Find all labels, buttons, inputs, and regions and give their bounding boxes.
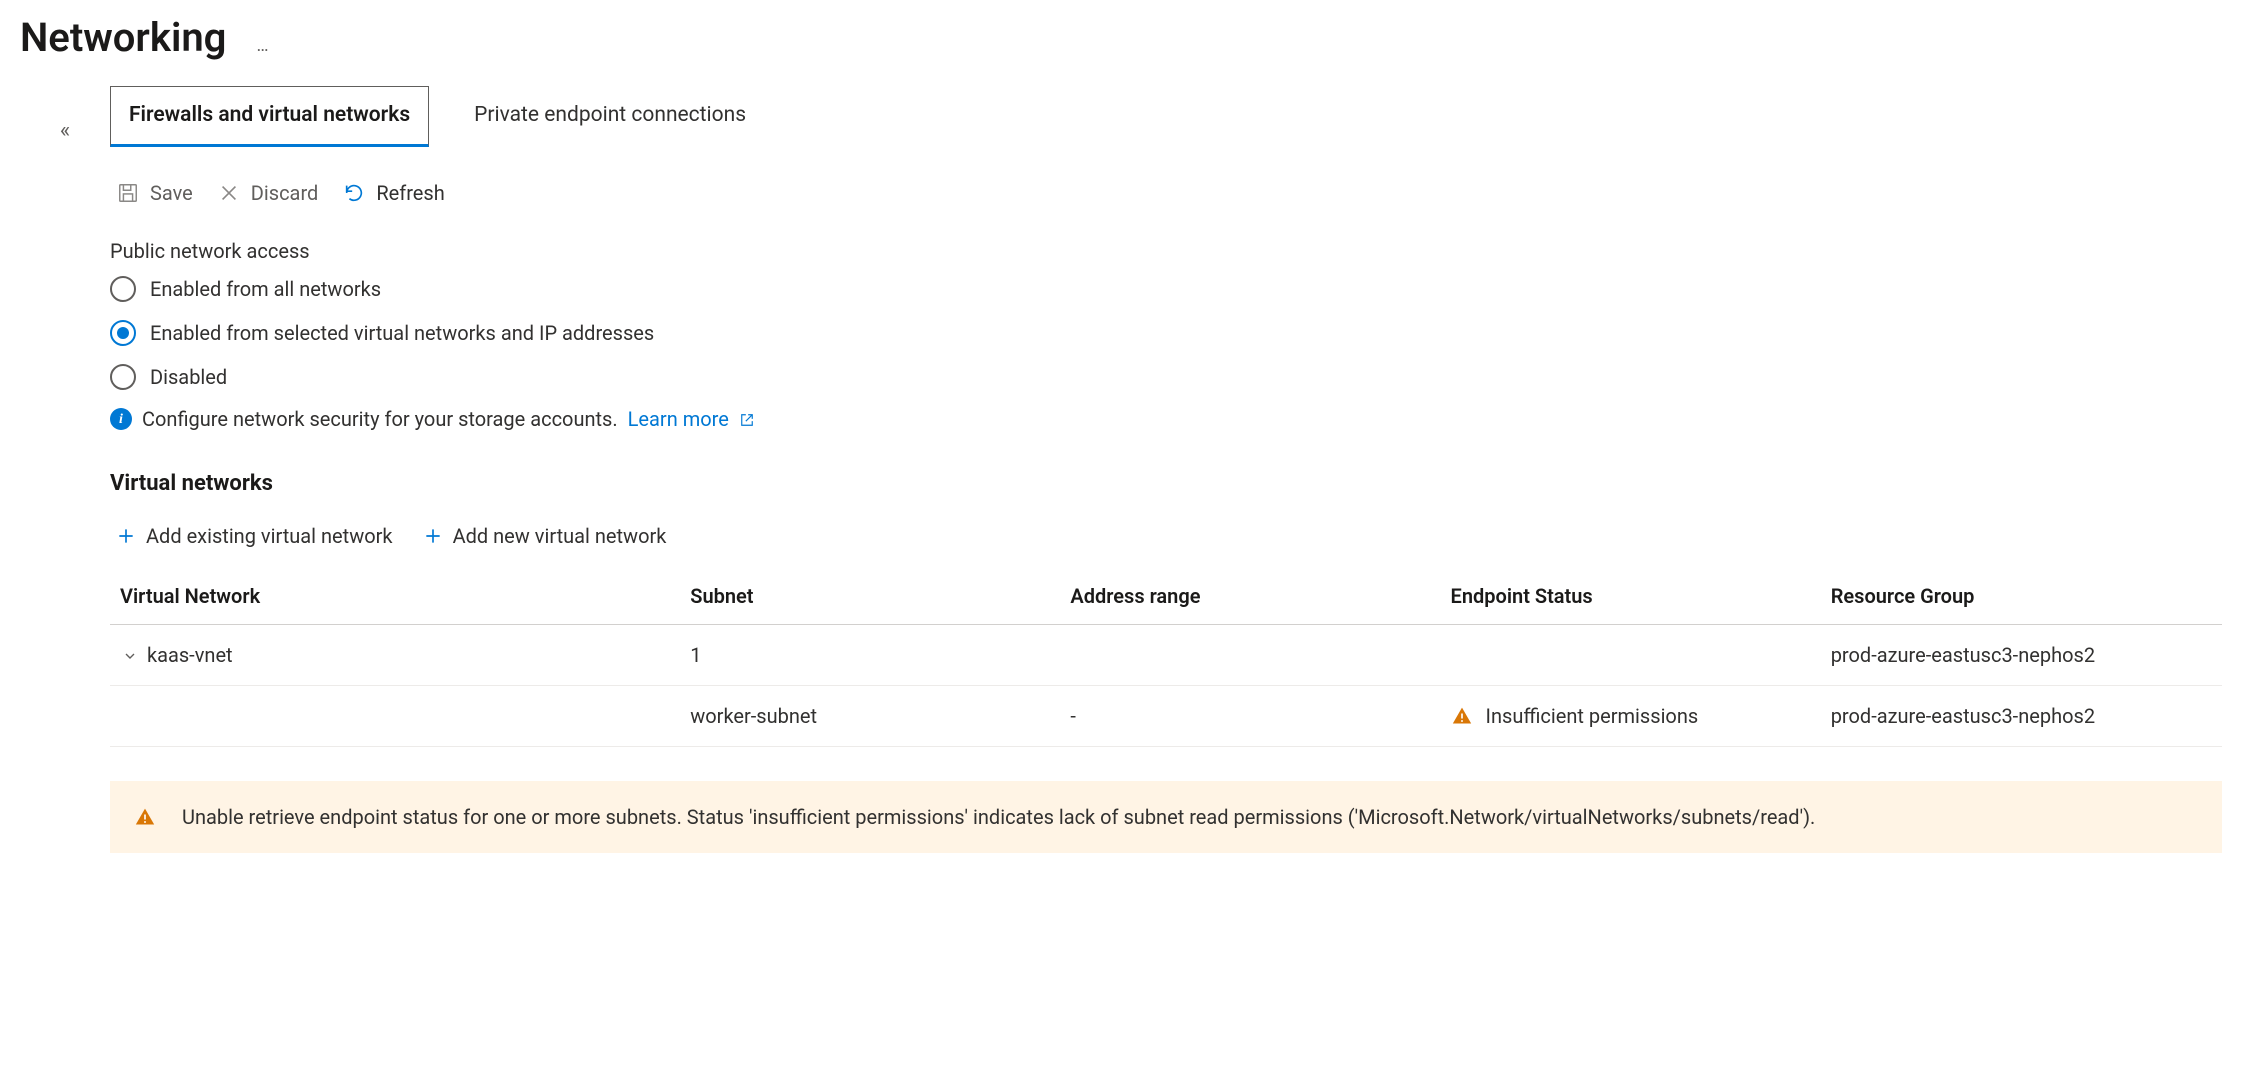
- cell-vnet-name: [110, 686, 680, 747]
- tabs: Firewalls and virtual networks Private e…: [110, 86, 2222, 147]
- external-link-icon: [740, 405, 754, 433]
- vnets-table: Virtual Network Subnet Address range End…: [110, 568, 2222, 747]
- save-icon: [116, 181, 140, 205]
- cell-subnet: 1: [680, 625, 1060, 686]
- cell-endpoint-status: [1441, 625, 1821, 686]
- radio-icon: [110, 320, 136, 346]
- learn-more-link[interactable]: Learn more: [628, 405, 754, 433]
- cell-address-range: [1060, 625, 1440, 686]
- table-row[interactable]: kaas-vnet 1 prod-azure-eastusc3-nephos2: [110, 625, 2222, 686]
- page-title: Networking: [20, 10, 226, 66]
- cell-subnet: worker-subnet: [680, 686, 1060, 747]
- discard-button[interactable]: Discard: [217, 179, 319, 207]
- info-icon: i: [110, 408, 132, 430]
- cell-vnet-name: kaas-vnet: [147, 643, 233, 667]
- add-existing-label: Add existing virtual network: [146, 522, 393, 550]
- virtual-networks-heading: Virtual networks: [110, 469, 2222, 500]
- save-label: Save: [150, 179, 193, 207]
- plus-icon: [116, 526, 136, 546]
- col-header-resource-group[interactable]: Resource Group: [1821, 568, 2222, 625]
- col-header-subnet[interactable]: Subnet: [680, 568, 1060, 625]
- plus-icon: [423, 526, 443, 546]
- collapse-sidebar-button[interactable]: «: [60, 116, 70, 147]
- discard-label: Discard: [251, 179, 319, 207]
- cell-resource-group: prod-azure-eastusc3-nephos2: [1821, 625, 2222, 686]
- info-text: Configure network security for your stor…: [142, 405, 618, 433]
- save-button[interactable]: Save: [116, 179, 193, 207]
- alert-text: Unable retrieve endpoint status for one …: [182, 803, 1815, 831]
- cell-endpoint-status: Insufficient permissions: [1441, 686, 1821, 747]
- refresh-icon: [342, 181, 366, 205]
- learn-more-label: Learn more: [628, 407, 729, 431]
- warning-alert: Unable retrieve endpoint status for one …: [110, 781, 2222, 853]
- table-header-row: Virtual Network Subnet Address range End…: [110, 568, 2222, 625]
- radio-label: Disabled: [150, 363, 227, 391]
- close-icon: [217, 181, 241, 205]
- warning-icon: [134, 806, 156, 828]
- tab-private-endpoints[interactable]: Private endpoint connections: [455, 86, 765, 147]
- public-access-radio-group: Enabled from all networks Enabled from s…: [110, 275, 2222, 391]
- radio-label: Enabled from all networks: [150, 275, 381, 303]
- cell-resource-group: prod-azure-eastusc3-nephos2: [1821, 686, 2222, 747]
- radio-label: Enabled from selected virtual networks a…: [150, 319, 654, 347]
- radio-disabled[interactable]: Disabled: [110, 363, 2222, 391]
- add-new-vnet-button[interactable]: Add new virtual network: [423, 522, 667, 550]
- radio-icon: [110, 276, 136, 302]
- refresh-button[interactable]: Refresh: [342, 179, 444, 207]
- radio-icon: [110, 364, 136, 390]
- endpoint-status-text: Insufficient permissions: [1486, 704, 1699, 728]
- chevron-down-icon[interactable]: [120, 641, 140, 669]
- col-header-address-range[interactable]: Address range: [1060, 568, 1440, 625]
- radio-selected-networks[interactable]: Enabled from selected virtual networks a…: [110, 319, 2222, 347]
- public-access-label: Public network access: [110, 237, 2222, 265]
- add-new-label: Add new virtual network: [453, 522, 667, 550]
- radio-all-networks[interactable]: Enabled from all networks: [110, 275, 2222, 303]
- warning-icon: [1451, 705, 1473, 727]
- cell-address-range: -: [1060, 686, 1440, 747]
- refresh-label: Refresh: [376, 179, 444, 207]
- table-row[interactable]: worker-subnet - Insufficient permissions…: [110, 686, 2222, 747]
- add-existing-vnet-button[interactable]: Add existing virtual network: [116, 522, 393, 550]
- tab-firewalls[interactable]: Firewalls and virtual networks: [110, 86, 429, 147]
- more-icon[interactable]: …: [256, 33, 270, 64]
- col-header-endpoint-status[interactable]: Endpoint Status: [1441, 568, 1821, 625]
- col-header-vnet[interactable]: Virtual Network: [110, 568, 680, 625]
